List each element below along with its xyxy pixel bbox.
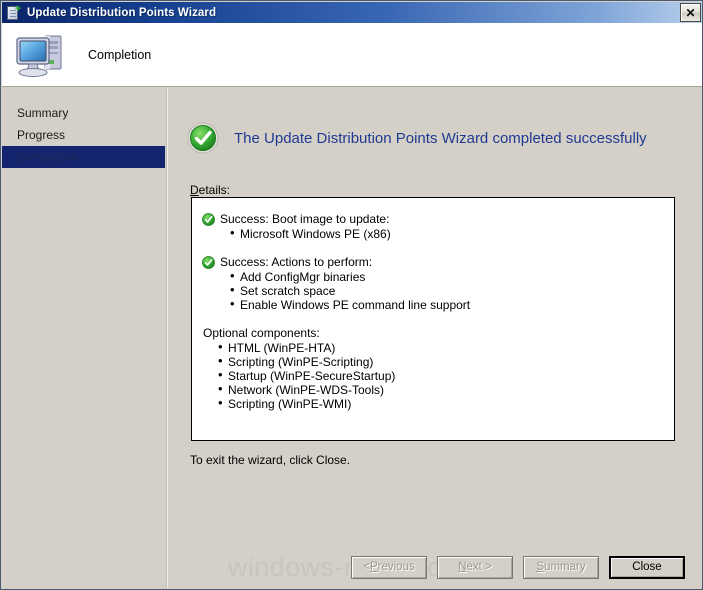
button-bar: < Previous Next > Summary Close: [2, 555, 701, 579]
computer-icon: [12, 30, 70, 80]
list-item: Scripting (WinPE-WMI): [218, 396, 664, 411]
list-item: Scripting (WinPE-Scripting): [218, 354, 664, 369]
close-button[interactable]: Close: [609, 555, 685, 579]
close-icon[interactable]: ✕: [680, 3, 701, 22]
next-button-accel: N: [458, 561, 467, 573]
wizard-content: The Update Distribution Points Wizard co…: [168, 88, 701, 588]
details-group-heading-row: Success: Actions to perform:: [202, 255, 664, 269]
details-label: Details:: [190, 183, 230, 197]
wizard-header: Completion: [2, 23, 702, 87]
sidebar-item-summary[interactable]: Summary: [2, 102, 165, 124]
exit-hint: To exit the wizard, click Close.: [190, 453, 351, 467]
details-label-accel: D: [190, 183, 199, 197]
details-group-heading: Optional components:: [203, 326, 320, 340]
details-box[interactable]: Success: Boot image to update: Microsoft…: [191, 197, 675, 441]
sidebar-item-progress[interactable]: Progress: [2, 124, 165, 146]
green-check-circle-icon: [187, 122, 219, 154]
title-bar: + Update Distribution Points Wizard ✕: [2, 2, 702, 23]
list-item: Microsoft Windows PE (x86): [230, 226, 664, 241]
wizard-window: + Update Distribution Points Wizard ✕ Co…: [0, 0, 703, 590]
green-check-icon: [202, 213, 215, 226]
details-group-items: Microsoft Windows PE (x86): [202, 226, 664, 241]
details-group: Success: Actions to perform: Add ConfigM…: [202, 255, 664, 312]
details-group-heading: Success: Boot image to update:: [220, 212, 390, 226]
details-label-rest: etails:: [198, 183, 231, 197]
details-group-items: Add ConfigMgr binaries Set scratch space…: [202, 269, 664, 312]
details-group: Optional components: HTML (WinPE-HTA) Sc…: [202, 326, 664, 411]
summary-button-rest: ummary: [544, 561, 586, 573]
wizard-step-nav: Summary Progress Completion: [2, 88, 165, 588]
details-group-heading: Success: Actions to perform:: [220, 255, 373, 269]
list-item: Startup (WinPE-SecureStartup): [218, 368, 664, 383]
details-group-items: HTML (WinPE-HTA) Scripting (WinPE-Script…: [202, 340, 664, 411]
details-group-heading-row: Success: Boot image to update:: [202, 212, 664, 226]
summary-button: Summary: [523, 555, 599, 579]
green-check-icon: [202, 256, 215, 269]
wizard-page-icon: +: [6, 3, 22, 21]
completion-status: The Update Distribution Points Wizard co…: [187, 122, 647, 154]
summary-button-accel: S: [536, 561, 545, 573]
list-item: Network (WinPE-WDS-Tools): [218, 382, 664, 397]
previous-button-rest: revious: [377, 561, 415, 573]
list-item: Enable Windows PE command line support: [230, 297, 664, 312]
completion-message: The Update Distribution Points Wizard co…: [234, 129, 647, 147]
previous-button-prefix: <: [363, 561, 370, 573]
window-title: Update Distribution Points Wizard: [27, 6, 217, 19]
nav-list: Summary Progress Completion: [2, 102, 165, 168]
sidebar-item-completion[interactable]: Completion: [2, 146, 165, 168]
details-group: Success: Boot image to update: Microsoft…: [202, 212, 664, 241]
previous-button: < Previous: [351, 555, 427, 579]
next-button-rest: ext >: [466, 561, 492, 573]
previous-button-accel: P: [369, 561, 378, 573]
list-item: Set scratch space: [230, 283, 664, 298]
next-button: Next >: [437, 555, 513, 579]
page-title: Completion: [88, 47, 152, 62]
list-item: HTML (WinPE-HTA): [218, 340, 664, 355]
list-item: Add ConfigMgr binaries: [230, 269, 664, 284]
